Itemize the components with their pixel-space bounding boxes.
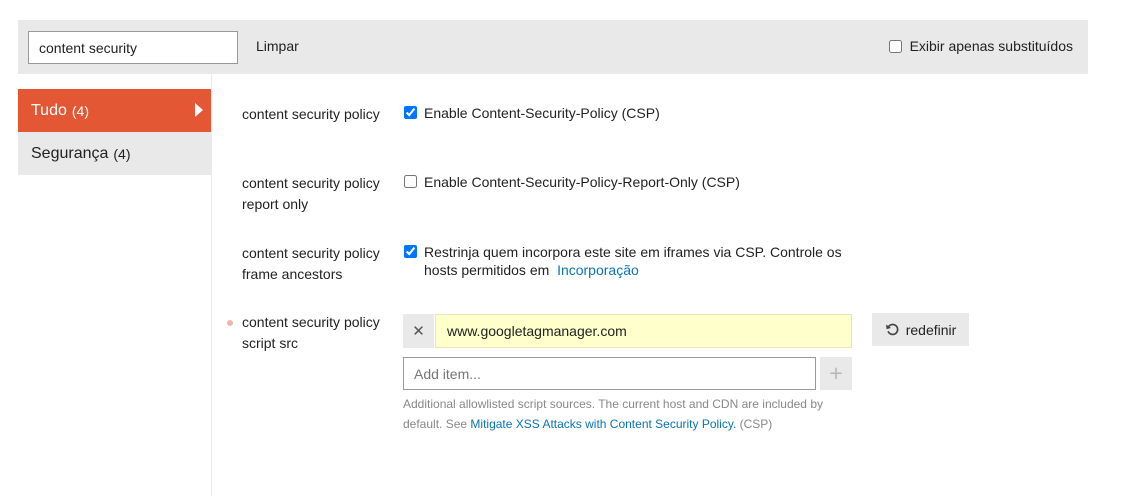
- csp-frame-ancestors-description: Restrinja quem incorpora este site em if…: [424, 243, 859, 279]
- embedding-link[interactable]: Incorporação: [557, 262, 639, 278]
- csp-report-only-description: Enable Content-Security-Policy-Report-On…: [424, 174, 740, 190]
- help-text-suffix: (CSP): [739, 417, 773, 431]
- reset-label: redefinir: [905, 321, 957, 338]
- plus-icon: +: [828, 363, 844, 384]
- sidebar-item-label: Segurança: [31, 144, 109, 162]
- sidebar-item-count: (4): [71, 102, 89, 119]
- overridden-indicator: [227, 320, 233, 326]
- csp-description: Enable Content-Security-Policy (CSP): [424, 105, 660, 121]
- setting-label-csp: content security policy: [242, 106, 380, 122]
- setting-label-csp-frame-ancestors: content security policy frame ancestors: [242, 245, 380, 282]
- sidebar-divider: [211, 74, 212, 496]
- filter-bar: Limpar Exibir apenas substituídos: [18, 20, 1088, 74]
- undo-icon: [885, 323, 899, 336]
- only-overridden-label: Exibir apenas substituídos: [909, 38, 1073, 54]
- sidebar-item-tudo[interactable]: Tudo (4): [18, 89, 211, 132]
- setting-label-csp-script-src: content security policy script src: [242, 314, 380, 351]
- csp-checkbox[interactable]: [404, 106, 417, 119]
- mitigate-xss-link[interactable]: Mitigate XSS Attacks with Content Securi…: [470, 417, 736, 431]
- setting-csp[interactable]: Enable Content-Security-Policy (CSP): [404, 104, 660, 122]
- remove-item-button[interactable]: ✕: [403, 314, 434, 348]
- sidebar-item-count: (4): [113, 145, 131, 162]
- add-item-input[interactable]: [403, 357, 816, 390]
- list-item-value[interactable]: www.googletagmanager.com: [435, 314, 852, 348]
- sidebar-item-seguranca[interactable]: Segurança (4): [18, 132, 211, 175]
- add-item-button[interactable]: +: [820, 357, 852, 390]
- clear-filter-button[interactable]: Limpar: [256, 38, 299, 54]
- setting-label-csp-report-only: content security policy report only: [242, 175, 380, 212]
- list-item: ✕ www.googletagmanager.com: [403, 314, 852, 348]
- csp-report-only-checkbox[interactable]: [404, 175, 417, 188]
- reset-button[interactable]: redefinir: [872, 313, 969, 346]
- setting-csp-frame-ancestors: Restrinja quem incorpora este site em if…: [404, 243, 859, 279]
- only-overridden-checkbox[interactable]: [888, 39, 902, 53]
- close-icon: ✕: [412, 322, 425, 340]
- sidebar-item-label: Tudo: [31, 101, 67, 119]
- category-sidebar: Tudo (4) Segurança (4): [18, 89, 211, 175]
- setting-csp-report-only[interactable]: Enable Content-Security-Policy-Report-On…: [404, 173, 740, 191]
- settings-filter-input[interactable]: [28, 31, 238, 64]
- setting-help-text: Additional allowlisted script sources. T…: [403, 394, 863, 434]
- caret-right-icon: [195, 103, 203, 117]
- only-overridden-toggle[interactable]: Exibir apenas substituídos: [888, 38, 1073, 54]
- csp-frame-ancestors-checkbox[interactable]: [404, 245, 417, 258]
